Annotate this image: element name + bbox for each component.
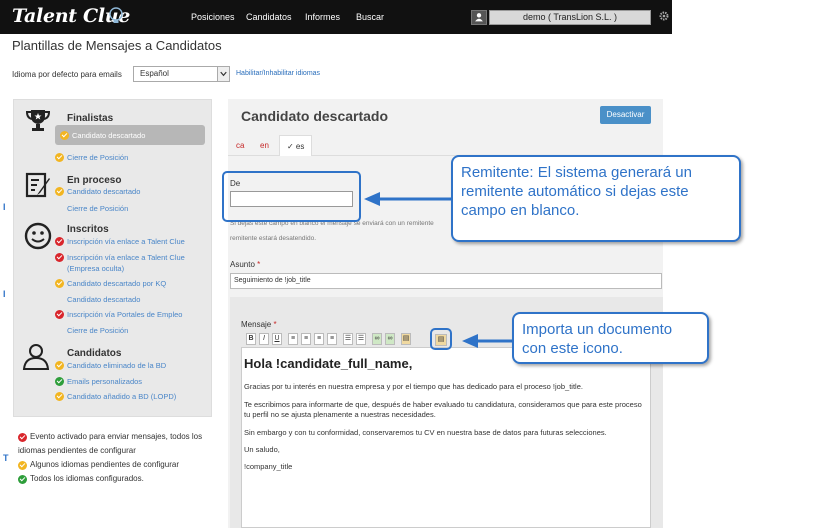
bullet-list-icon[interactable]: ☰: [343, 333, 353, 345]
tab-es[interactable]: ✓ es: [279, 135, 313, 156]
trophy-icon: [25, 110, 51, 131]
align-left-icon[interactable]: ≡: [288, 333, 298, 345]
form-edit-icon: [25, 172, 50, 198]
legend-red-text: Evento activado para enviar mensajes, to…: [30, 432, 203, 441]
group-candidatos-title: Candidatos: [67, 348, 122, 359]
edge-marker: I: [3, 289, 6, 299]
status-green-icon: [55, 377, 64, 386]
deactivate-button[interactable]: Desactivar: [600, 106, 651, 124]
status-red-icon: [55, 310, 64, 319]
page-title: Plantillas de Mensajes a Candidatos: [12, 38, 222, 53]
edge-marker: I: [3, 202, 6, 212]
message-paragraph-4: Un saludo,: [244, 445, 280, 454]
toggle-languages-link[interactable]: Habilitar/Inhabilitar idiomas: [236, 70, 320, 77]
nav-buscar[interactable]: Buscar: [356, 12, 384, 22]
default-language-value: Español: [140, 69, 169, 78]
status-yellow-icon: [55, 361, 64, 370]
message-paragraph-5: !company_title: [244, 462, 293, 471]
message-heading: Hola !candidate_full_name,: [244, 356, 413, 371]
status-red-icon: [18, 433, 27, 442]
sidebar-item-inscritos-descartado-kq[interactable]: Candidato descartado por KQ: [67, 279, 166, 288]
sidebar-item-inscritos-cierre[interactable]: Cierre de Posición: [67, 326, 128, 335]
sidebar-item-en-proceso-descartado[interactable]: Candidato descartado: [67, 187, 140, 196]
status-red-icon: [55, 253, 64, 262]
legend-yellow-text: Algunos idiomas pendientes de configurar: [30, 460, 179, 469]
bold-button[interactable]: B: [246, 333, 256, 345]
from-field-highlight: [222, 171, 361, 222]
italic-button[interactable]: I: [259, 333, 269, 345]
remitente-callout: Remitente: El sistema generará un remite…: [451, 155, 741, 242]
nav-posiciones[interactable]: Posiciones: [191, 12, 235, 22]
from-help-line-2: remitente estará desatendido.: [230, 235, 316, 242]
sidebar-item-inscritos-enlace[interactable]: Inscripción vía enlace a Talent Clue: [67, 237, 185, 246]
status-yellow-icon: [55, 153, 64, 162]
status-yellow-icon: [55, 279, 64, 288]
chevron-down-icon: [217, 67, 229, 81]
edge-marker: T: [3, 453, 9, 463]
required-marker: *: [273, 320, 277, 329]
align-justify-icon[interactable]: ≡: [327, 333, 337, 345]
subject-label: Asunto *: [230, 260, 260, 269]
message-label: Mensaje *: [241, 320, 277, 329]
default-language-select[interactable]: Español: [133, 66, 230, 82]
lightbulb-icon: [109, 7, 123, 23]
status-yellow-icon: [55, 187, 64, 196]
nav-candidatos[interactable]: Candidatos: [246, 12, 292, 22]
import-callout: Importa un documento con este icono.: [512, 312, 709, 364]
message-paragraph-2: Te escribimos para informarte de que, de…: [244, 400, 642, 419]
status-red-icon: [55, 237, 64, 246]
message-paragraph-1: Gracias por tu interés en nuestra empres…: [244, 382, 583, 391]
link-icon[interactable]: ∞: [372, 333, 382, 345]
smiley-icon: [24, 222, 52, 250]
tab-en[interactable]: en: [260, 135, 269, 156]
language-tabs: ca en ✓ es: [228, 135, 663, 156]
align-center-icon[interactable]: ≡: [301, 333, 311, 345]
sidebar-item-candidatos-eliminado[interactable]: Candidato eliminado de la BD: [67, 361, 166, 370]
sidebar-item-en-proceso-cierre[interactable]: Cierre de Posición: [67, 204, 128, 213]
callout-arrow-left: [364, 192, 452, 206]
nav-informes[interactable]: Informes: [305, 12, 340, 22]
panel-title: Candidato descartado: [241, 108, 389, 124]
tab-ca[interactable]: ca: [236, 135, 244, 156]
subject-input[interactable]: Seguimiento de !job_title: [230, 273, 662, 289]
unlink-icon[interactable]: ∞: [385, 333, 395, 345]
group-finalistas-title: Finalistas: [67, 113, 114, 124]
sidebar-item-finalistas-descartado[interactable]: Candidato descartado: [72, 131, 145, 140]
align-right-icon[interactable]: ≡: [314, 333, 324, 345]
gear-icon[interactable]: [659, 11, 669, 21]
message-paragraph-3: Sin embargo y con tu conformidad, conser…: [244, 428, 607, 437]
underline-button[interactable]: U: [272, 333, 282, 345]
sidebar-item-inscritos-enlace-oculta[interactable]: Inscripción vía enlace a Talent Clue: [67, 253, 185, 262]
status-legend: Evento activado para enviar mensajes, to…: [18, 430, 202, 486]
import-icon-highlight: [430, 328, 452, 350]
sidebar-item-inscritos-portales[interactable]: Inscripción vía Portales de Empleo: [67, 310, 182, 319]
message-label-text: Mensaje: [241, 320, 272, 329]
status-yellow-icon: [60, 131, 69, 140]
subject-label-text: Asunto: [230, 260, 255, 269]
default-language-label: Idioma por defecto para emails: [12, 70, 122, 79]
sidebar-item-inscritos-empresa-oculta[interactable]: (Empresa oculta): [67, 264, 124, 273]
paste-icon[interactable]: ▤: [401, 333, 411, 345]
required-marker: *: [257, 260, 261, 269]
status-yellow-icon: [55, 392, 64, 401]
legend-green-text: Todos los idiomas configurados.: [30, 474, 144, 483]
group-inscritos-title: Inscritos: [67, 224, 109, 235]
sidebar-item-candidatos-lopd[interactable]: Candidato añadido a BD (LOPD): [67, 392, 176, 401]
group-en-proceso-title: En proceso: [67, 175, 122, 186]
legend-red-text-2: idiomas pendientes de configurar: [18, 446, 136, 455]
sidebar-item-finalistas-cierre[interactable]: Cierre de Posición: [67, 153, 128, 162]
person-icon: [22, 344, 50, 370]
user-account-menu[interactable]: demo ( TransLion S.L. ): [489, 10, 651, 25]
status-green-icon: [18, 475, 27, 484]
sidebar-item-inscritos-descartado[interactable]: Candidato descartado: [67, 295, 140, 304]
user-icon[interactable]: [471, 10, 487, 25]
top-navbar: Talent Clue Posiciones Candidatos Inform…: [0, 0, 672, 34]
sidebar-item-candidatos-emails[interactable]: Emails personalizados: [67, 377, 142, 386]
callout-arrow-left: [462, 334, 514, 348]
numbered-list-icon[interactable]: ☰: [356, 333, 366, 345]
status-yellow-icon: [18, 461, 27, 470]
